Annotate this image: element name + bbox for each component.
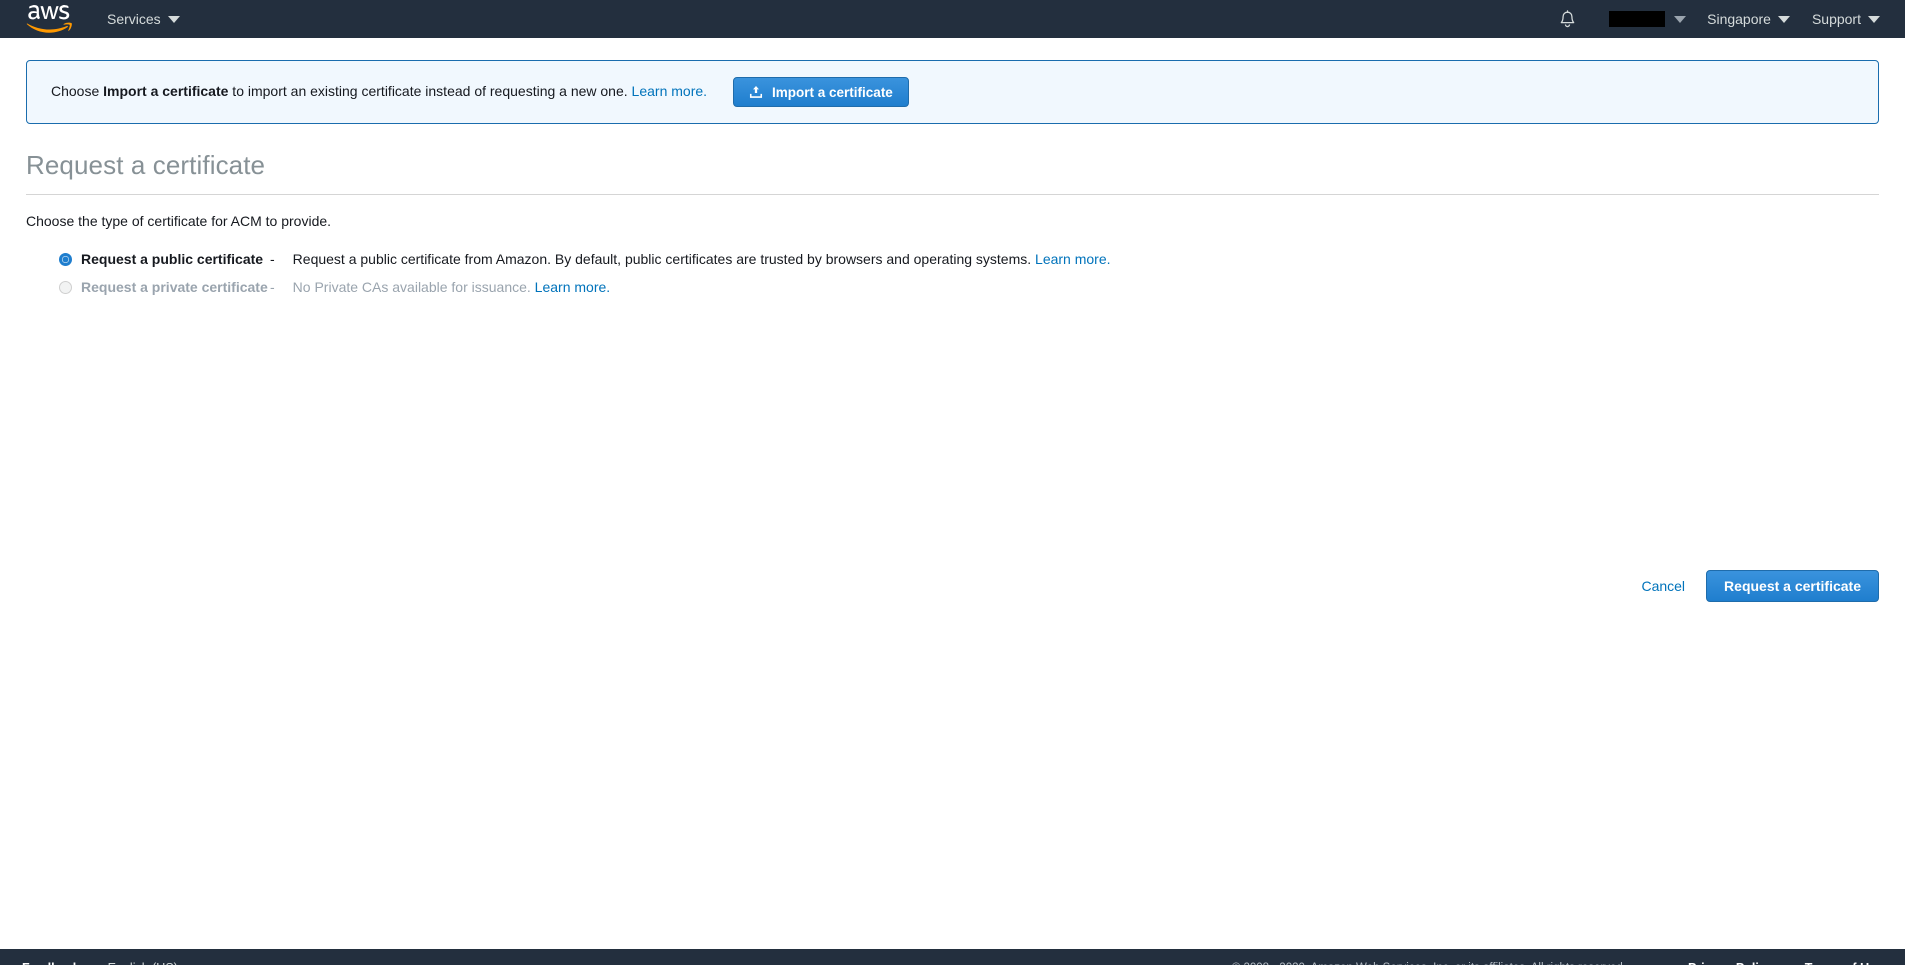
option-private-description: No Private CAs available for issuance. L… [293,279,610,295]
account-name-redacted [1609,11,1666,27]
import-certificate-button-label: Import a certificate [772,84,893,100]
banner-learn-more-link[interactable]: Learn more. [632,83,707,99]
chevron-down-icon [1777,15,1790,23]
services-menu[interactable]: Services [96,0,191,38]
footer-right-group: © 2008 - 2020, Amazon Web Services, Inc.… [1232,961,1883,965]
account-menu[interactable] [1599,0,1696,38]
import-certificate-banner: Choose Import a certificate to import an… [26,60,1879,124]
chevron-down-icon [1674,15,1687,23]
option-request-public-certificate[interactable]: Request a public certificate - Request a… [26,251,1879,267]
page-footer: Feedback English (US) © 2008 - 2020, Ama… [0,949,1905,965]
banner-text-before: Choose [51,83,104,100]
page-title: Request a certificate [26,150,266,180]
certificate-type-options: Request a public certificate - Request a… [26,251,1879,295]
title-divider [26,194,1879,195]
option-public-learn-more-link[interactable]: Learn more. [1035,251,1110,267]
support-label: Support [1811,11,1861,27]
option-private-description-text: No Private CAs available for issuance. [292,279,535,295]
banner-text: Choose Import a certificate to import an… [51,82,707,102]
radio-private-certificate [59,281,72,294]
option-request-private-certificate: Request a private certificate - No Priva… [26,279,1879,295]
terms-of-use-link[interactable]: Terms of Use [1805,961,1883,965]
page-body: Choose Import a certificate to import an… [0,60,1905,965]
aws-logo-icon[interactable] [26,5,72,33]
upload-icon [749,86,763,98]
banner-text-bold: Import a certificate [103,83,229,100]
services-label: Services [107,11,161,27]
option-public-dash: - [270,251,275,267]
option-private-label: Request a private certificate [81,279,268,295]
feedback-link[interactable]: Feedback [22,961,80,965]
language-selector[interactable]: English (US) [108,961,196,965]
option-private-learn-more-link[interactable]: Learn more. [535,279,610,295]
option-private-dash: - [270,279,275,295]
content-area: Choose Import a certificate to import an… [0,60,1905,295]
form-actions: Cancel Request a certificate [1639,570,1879,602]
support-menu[interactable]: Support [1801,0,1891,38]
top-navigation-bar: Services Singapore Support [0,0,1905,38]
region-menu[interactable]: Singapore [1696,0,1801,38]
cancel-button[interactable]: Cancel [1639,574,1687,598]
import-certificate-button[interactable]: Import a certificate [733,77,909,107]
radio-public-certificate[interactable] [59,253,72,266]
option-public-description-text: Request a public certificate from Amazon… [292,251,1036,267]
request-certificate-submit-button[interactable]: Request a certificate [1706,570,1879,602]
chevron-down-icon [167,15,180,23]
option-public-label: Request a public certificate [81,251,264,267]
banner-text-after: to import an existing certificate instea… [228,83,632,100]
privacy-policy-link[interactable]: Privacy Policy [1688,961,1773,965]
notification-bell-icon[interactable] [1553,0,1581,38]
page-subtitle: Choose the type of certificate for ACM t… [26,213,332,229]
region-label: Singapore [1707,11,1771,27]
language-label: English (US) [108,961,178,965]
top-nav-right-group: Singapore Support [1553,0,1905,38]
chevron-down-icon [1868,15,1880,23]
option-public-description: Request a public certificate from Amazon… [293,251,1111,267]
